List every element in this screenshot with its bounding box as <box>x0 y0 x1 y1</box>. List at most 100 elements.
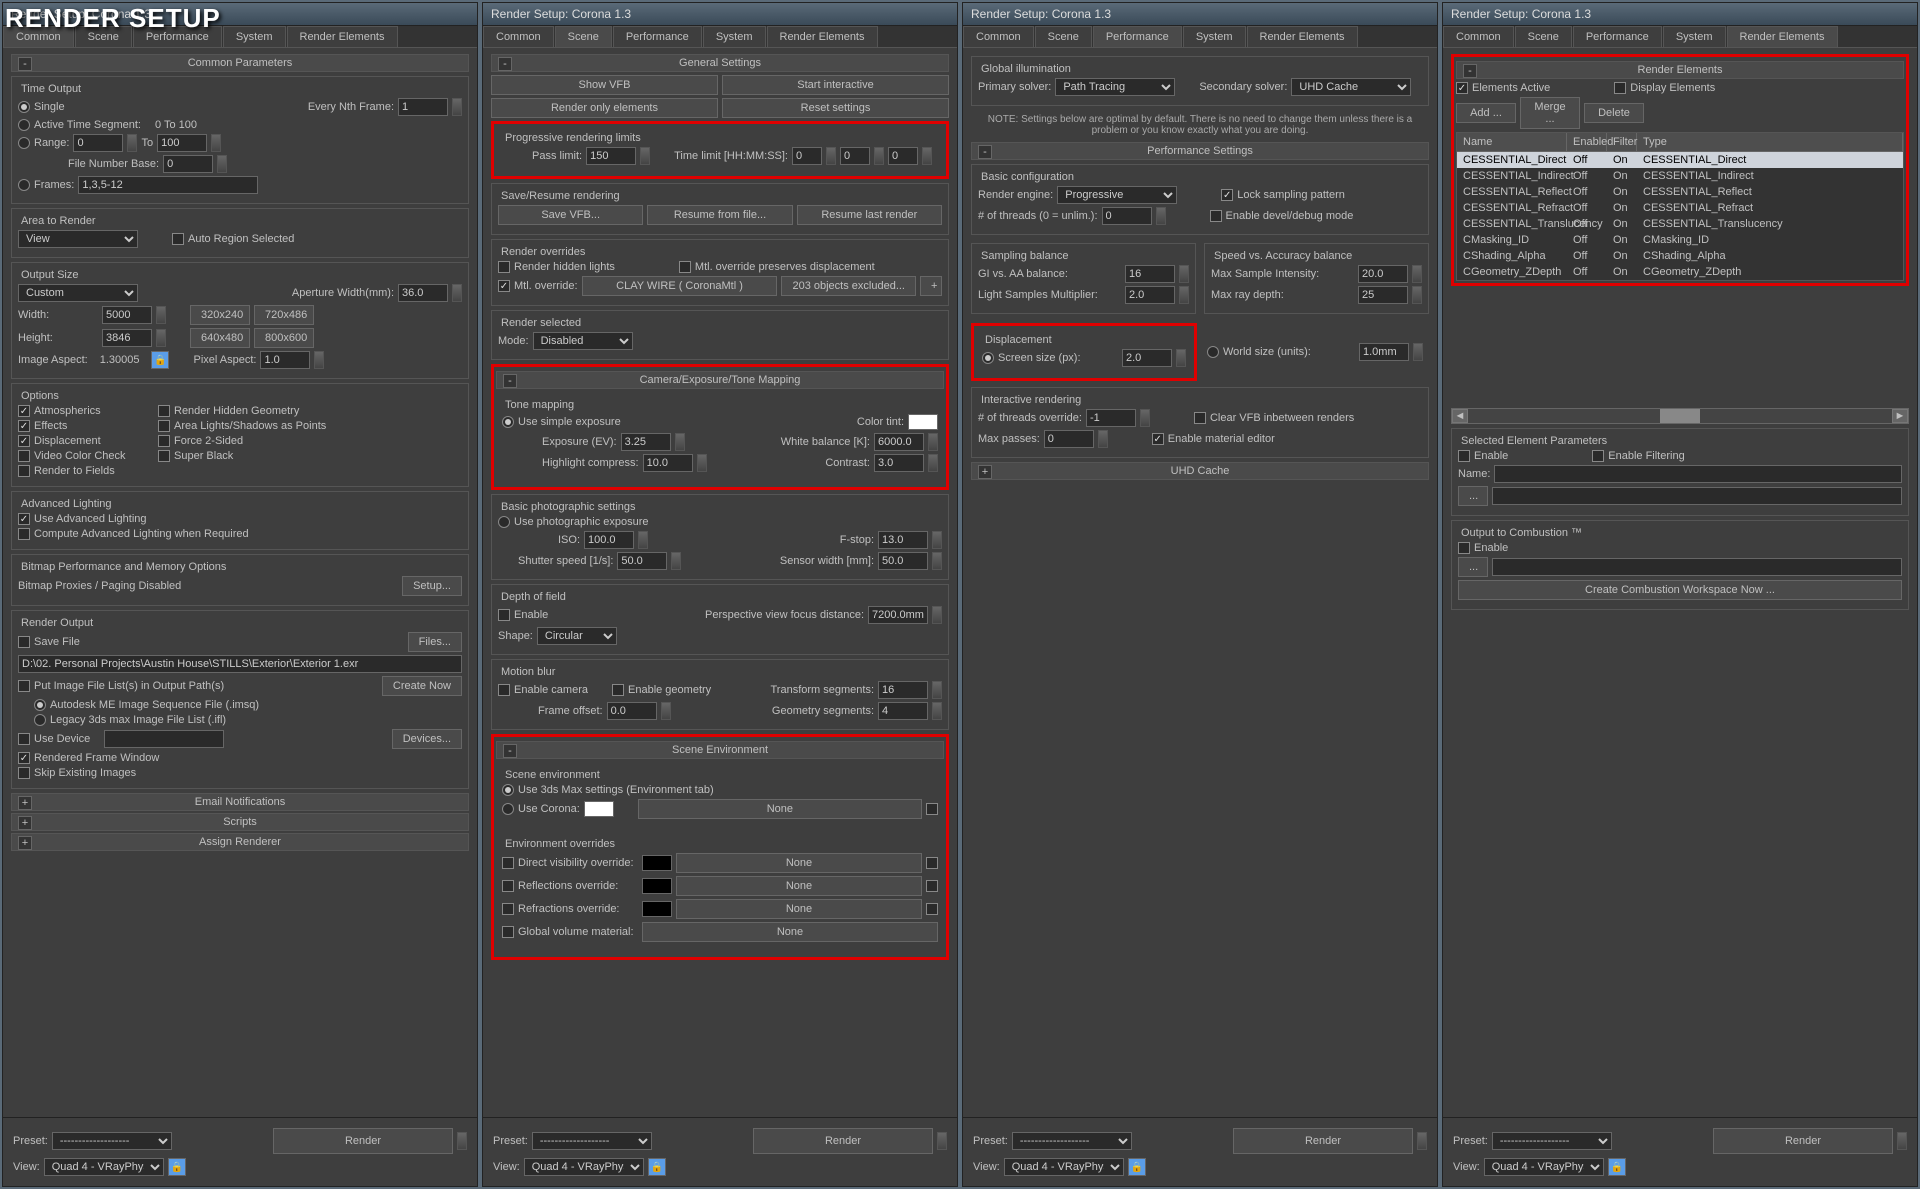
radio-range[interactable] <box>18 137 30 149</box>
preset-640x480[interactable]: 640x480 <box>190 328 250 348</box>
setup-button[interactable]: Setup... <box>402 576 462 596</box>
contrast-input[interactable] <box>874 454 924 472</box>
check-rendered-frame[interactable] <box>18 752 30 764</box>
tab-scene[interactable]: Scene <box>555 26 612 47</box>
create-combustion-button[interactable]: Create Combustion Workspace Now ... <box>1458 580 1902 600</box>
table-row[interactable]: CGeometry_ZDepthOffOnCGeometry_ZDepth <box>1457 264 1903 280</box>
file-number-base[interactable] <box>163 155 213 173</box>
sel-path-input[interactable] <box>1492 487 1902 505</box>
radio-screen-size[interactable] <box>982 352 994 364</box>
check-refl-ov[interactable] <box>502 880 514 892</box>
rollout-assign[interactable]: Assign Renderer <box>11 833 469 851</box>
table-row[interactable]: CShading_AlphaOffOnCShading_Alpha <box>1457 248 1903 264</box>
preset-select[interactable]: ------------------- <box>52 1132 172 1150</box>
render-button[interactable]: Render <box>273 1128 453 1154</box>
table-row[interactable]: CESSENTIAL_IndirectOffOnCESSENTIAL_Indir… <box>1457 168 1903 184</box>
tab-system[interactable]: System <box>703 26 766 47</box>
preset-select[interactable]: ------------------- <box>1492 1132 1612 1150</box>
check-auto-region[interactable] <box>172 233 184 245</box>
rollout-scene-env[interactable]: Scene Environment <box>496 741 944 759</box>
view-select[interactable]: Quad 4 - VRayPhysic <box>1484 1158 1604 1176</box>
h-scrollbar[interactable]: ◄► <box>1451 408 1909 424</box>
tab-performance[interactable]: Performance <box>1093 26 1182 47</box>
tab-system[interactable]: System <box>1663 26 1726 47</box>
check-lock-sampling[interactable] <box>1221 189 1233 201</box>
check-save-file[interactable] <box>18 636 30 648</box>
check-motion-cam[interactable] <box>498 684 510 696</box>
excluded-button[interactable]: 203 objects excluded... <box>781 276 916 296</box>
tab-common[interactable]: Common <box>963 26 1034 47</box>
table-row[interactable]: CESSENTIAL_DirectOffOnCESSENTIAL_Direct <box>1457 152 1903 168</box>
start-interactive-button[interactable]: Start interactive <box>722 75 949 95</box>
tab-render-elements[interactable]: Render Elements <box>767 26 878 47</box>
rollout-perf-settings[interactable]: Performance Settings <box>971 142 1429 160</box>
threads-override[interactable] <box>1086 409 1136 427</box>
max-intensity[interactable] <box>1358 265 1408 283</box>
check-sel-filtering[interactable] <box>1592 450 1604 462</box>
view-lock[interactable]: 🔒 <box>1608 1158 1626 1176</box>
radio-active[interactable] <box>18 119 30 131</box>
resume-last-button[interactable]: Resume last render <box>797 205 942 225</box>
check-mat-editor[interactable] <box>1152 433 1164 445</box>
table-row[interactable]: CESSENTIAL_ReflectOffOnCESSENTIAL_Reflec… <box>1457 184 1903 200</box>
view-select[interactable]: Quad 4 - VRayPhysic <box>44 1158 164 1176</box>
check-hidden-lights[interactable] <box>498 261 510 273</box>
range-to[interactable] <box>157 134 207 152</box>
rollout-general[interactable]: General Settings <box>491 54 949 72</box>
render-only-button[interactable]: Render only elements <box>491 98 718 118</box>
area-view-select[interactable]: View <box>18 230 138 248</box>
radio-photo-exposure[interactable] <box>498 516 510 528</box>
render-button[interactable]: Render <box>1713 1128 1893 1154</box>
rollout-scripts[interactable]: Scripts <box>11 813 469 831</box>
radio-use-corona[interactable] <box>502 803 514 815</box>
tab-scene[interactable]: Scene <box>1035 26 1092 47</box>
spinner[interactable] <box>452 98 462 116</box>
view-lock[interactable]: 🔒 <box>648 1158 666 1176</box>
wb-input[interactable] <box>874 433 924 451</box>
exposure-input[interactable] <box>621 433 671 451</box>
render-button[interactable]: Render <box>753 1128 933 1154</box>
nth-frame[interactable] <box>398 98 448 116</box>
refr-none[interactable]: None <box>676 899 922 919</box>
check-refr-ov[interactable] <box>502 903 514 915</box>
geo-seg-input[interactable] <box>878 702 928 720</box>
resume-file-button[interactable]: Resume from file... <box>647 205 792 225</box>
refl-none[interactable]: None <box>676 876 922 896</box>
trans-seg-input[interactable] <box>878 681 928 699</box>
check-force2[interactable] <box>158 435 170 447</box>
rollout-render-elements[interactable]: Render Elements <box>1456 61 1904 79</box>
shape-select[interactable]: Circular <box>537 627 617 645</box>
gi-aa-input[interactable] <box>1125 265 1175 283</box>
preset-320x240[interactable]: 320x240 <box>190 305 250 325</box>
lock-image-aspect[interactable]: 🔒 <box>151 351 169 369</box>
check-compute-adv-light[interactable] <box>18 528 30 540</box>
check-effects[interactable] <box>18 420 30 432</box>
delete-button[interactable]: Delete <box>1584 103 1644 123</box>
comb-path-input[interactable] <box>1492 558 1902 576</box>
global-none[interactable]: None <box>642 922 938 942</box>
check-motion-geo[interactable] <box>612 684 624 696</box>
pixel-aspect[interactable] <box>260 351 310 369</box>
check-atmospherics[interactable] <box>18 405 30 417</box>
primary-solver[interactable]: Path Tracing <box>1055 78 1175 96</box>
view-lock[interactable]: 🔒 <box>168 1158 186 1176</box>
max-ray-depth[interactable] <box>1358 286 1408 304</box>
create-now-button[interactable]: Create Now <box>382 676 462 696</box>
corona-none-button[interactable]: None <box>638 799 922 819</box>
tab-common[interactable]: Common <box>1443 26 1514 47</box>
mtl-button[interactable]: CLAY WIRE ( CoronaMtl ) <box>582 276 778 296</box>
view-select[interactable]: Quad 4 - VRayPhysic <box>1004 1158 1124 1176</box>
direct-none[interactable]: None <box>676 853 922 873</box>
world-size-input[interactable] <box>1359 343 1409 361</box>
radio-simple-exposure[interactable] <box>502 416 514 428</box>
device-input[interactable] <box>104 730 224 748</box>
sel-browse-button[interactable]: ... <box>1458 486 1488 506</box>
radio-single[interactable] <box>18 101 30 113</box>
files-button[interactable]: Files... <box>408 632 462 652</box>
tab-performance[interactable]: Performance <box>613 26 702 47</box>
tab-render-elements[interactable]: Render Elements <box>1247 26 1358 47</box>
radio-frames[interactable] <box>18 179 30 191</box>
tab-system[interactable]: System <box>1183 26 1246 47</box>
refr-swatch[interactable] <box>642 901 672 917</box>
check-display-elements[interactable] <box>1614 82 1626 94</box>
